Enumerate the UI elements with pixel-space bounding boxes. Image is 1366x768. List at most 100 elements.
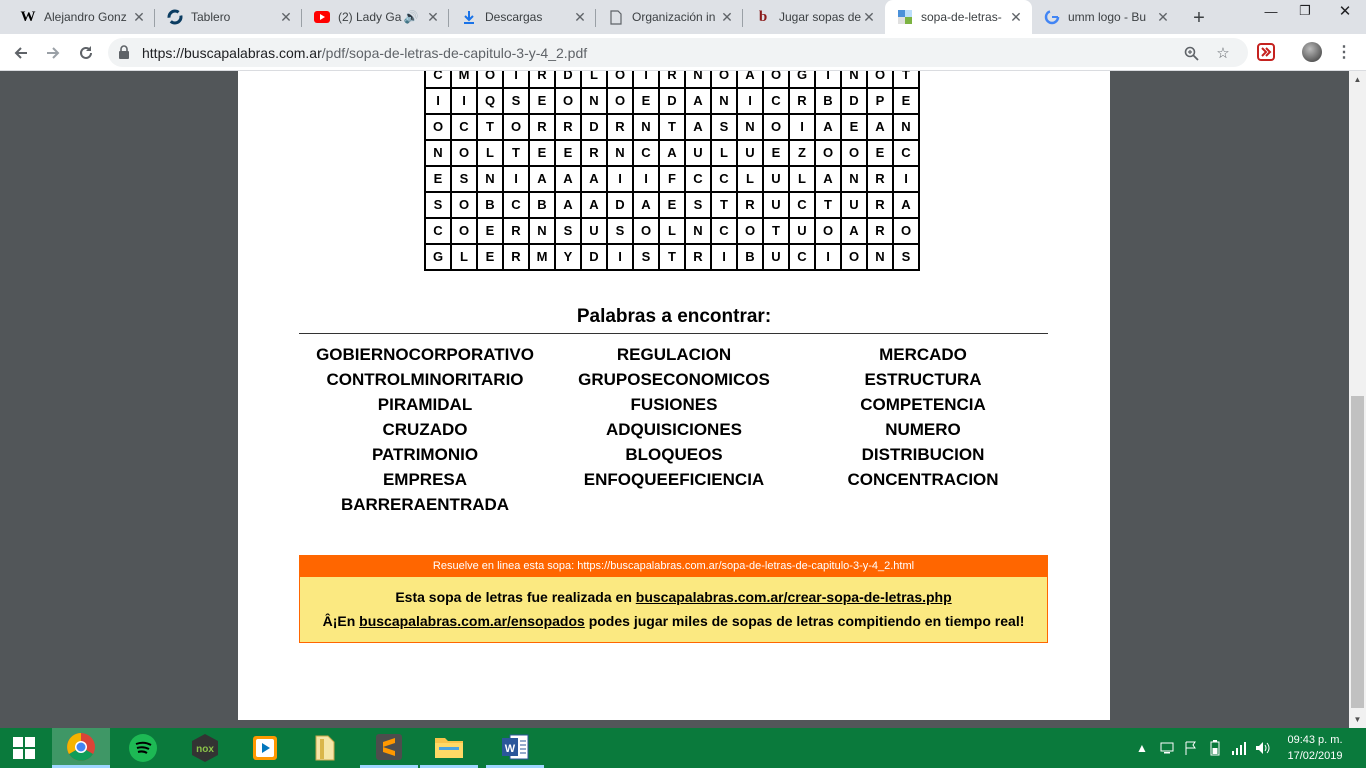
tab-title: Alejandro Gonz [44,10,127,24]
grid-cell: A [554,191,582,219]
chrome-icon[interactable] [52,728,110,768]
video-player-icon[interactable] [236,728,294,768]
close-icon[interactable]: ✕ [719,9,735,25]
volume-icon[interactable] [1254,728,1272,768]
close-icon[interactable]: ✕ [131,9,147,25]
arrow-left-icon [14,47,27,59]
reload-button[interactable] [73,40,99,66]
grid-cell: N [710,87,738,115]
words-heading: Palabras a encontrar: [576,306,772,327]
ensopados-link[interactable]: buscapalabras.com.ar/ensopados [359,613,585,629]
file-explorer-icon[interactable] [420,728,478,768]
word-item: REGULACION [616,345,732,364]
grid-cell: S [684,191,712,219]
banner-line-2: Â¡En buscapalabras.com.ar/ensopados pode… [300,609,1047,633]
tab-youtube[interactable]: (2) Lady Ga 🔊 ✕ [302,0,449,34]
forward-button[interactable] [40,40,66,66]
scroll-thumb[interactable] [1351,396,1364,708]
banner-line-1: Esta sopa de letras fue realizada en bus… [300,585,1047,609]
banner-top-text[interactable]: Resuelve en linea esta sopa: https://bus… [300,556,1047,577]
grid-cell: T [762,217,790,245]
grid-cell: R [528,71,556,89]
tray-device-icon[interactable] [1158,728,1176,768]
grid-cell: O [814,139,842,167]
battery-icon[interactable] [1206,728,1224,768]
system-clock[interactable]: 09:43 p. m. 17/02/2019 [1280,732,1350,764]
close-window-button[interactable]: ✕ [1330,0,1360,22]
action-flag-icon[interactable] [1182,728,1200,768]
close-icon[interactable]: ✕ [425,9,441,25]
crear-sopa-link[interactable]: buscapalabras.com.ar/crear-sopa-de-letra… [636,589,952,605]
grid-cell: Y [554,243,582,271]
tab-jugar-sopas[interactable]: b Jugar sopas de ✕ [743,0,885,34]
close-icon[interactable]: ✕ [572,9,588,25]
grid-cell: Q [476,87,504,115]
scroll-up-arrow[interactable]: ▲ [1349,71,1366,88]
grid-cell: N [528,217,556,245]
word-item: EMPRESA [382,470,468,489]
address-bar[interactable]: https://buscapalabras.com.ar/pdf/sopa-de… [108,38,1248,67]
word-list-column-3: MERCADO ESTRUCTURA COMPETENCIA NUMERO DISTRI… [798,342,1048,492]
grid-cell: O [476,71,504,89]
spotify-icon[interactable] [114,728,172,768]
grid-cell: E [554,139,582,167]
tab-google-search[interactable]: umm logo - Bu ✕ [1032,0,1179,34]
extension-icon[interactable] [1257,43,1275,61]
grid-cell: R [554,113,582,141]
tab-tablero[interactable]: Tablero ✕ [155,0,302,34]
close-icon[interactable]: ✕ [861,9,877,25]
grid-cell: C [892,139,920,167]
grid-cell: A [658,139,686,167]
network-signal-icon[interactable] [1230,728,1248,768]
grid-cell: I [736,87,764,115]
grid-cell: N [606,139,634,167]
wikipedia-icon: W [20,8,36,25]
bookmark-star-icon[interactable]: ☆ [1212,42,1234,64]
tab-title: Descargas [485,10,543,24]
tray-overflow-icon[interactable]: ▲ [1134,728,1150,768]
grid-cell: E [476,217,504,245]
back-button[interactable] [8,40,34,66]
grid-cell: B [476,191,504,219]
grid-row: GLERMYDISTRIBUCIONS [424,243,920,271]
nox-icon[interactable]: nox [176,728,234,768]
grid-cell: S [632,243,660,271]
zoom-icon[interactable] [1180,42,1202,64]
tab-descargas[interactable]: Descargas ✕ [449,0,596,34]
grid-cell: O [736,217,764,245]
banner-text: Â¡En [322,613,360,629]
scroll-down-arrow[interactable]: ▼ [1349,711,1366,728]
arrow-right-icon [47,47,60,59]
menu-icon[interactable]: ⋮ [1334,42,1354,62]
minimize-button[interactable]: — [1256,0,1286,22]
grid-cell: O [892,217,920,245]
word-icon[interactable]: W [486,728,544,768]
grid-cell: S [606,217,634,245]
grid-cell: O [840,139,868,167]
new-tab-button[interactable]: + [1186,5,1212,31]
audio-playing-icon[interactable]: 🔊 [403,9,419,25]
url-text: https://buscapalabras.com.ar/pdf/sopa-de… [142,45,587,61]
tab-organizacion[interactable]: Organización in ✕ [596,0,743,34]
grid-cell: D [580,113,608,141]
url-path: /pdf/sopa-de-letras-de-capitulo-3-y-4_2.… [321,45,588,61]
file-icon[interactable] [296,728,354,768]
windows-logo-icon [13,737,35,759]
grid-cell: R [788,87,816,115]
sublime-text-icon[interactable] [360,728,418,768]
grid-cell: P [866,87,894,115]
close-icon[interactable]: ✕ [278,9,294,25]
tab-alejandro[interactable]: W Alejandro Gonz ✕ [8,0,155,34]
close-icon[interactable]: ✕ [1155,9,1171,25]
grid-cell: R [866,165,894,193]
restore-button[interactable]: ❐ [1290,0,1320,22]
start-button[interactable] [0,728,48,768]
tab-sopa-de-letras-active[interactable]: sopa-de-letras- ✕ [885,0,1032,34]
grid-cell: N [476,165,504,193]
grid-cell: N [632,113,660,141]
vertical-scrollbar[interactable]: ▲ ▼ [1349,71,1366,728]
grid-cell: T [658,113,686,141]
grid-cell: E [866,139,894,167]
profile-avatar[interactable] [1302,42,1322,62]
close-icon[interactable]: ✕ [1008,9,1024,25]
